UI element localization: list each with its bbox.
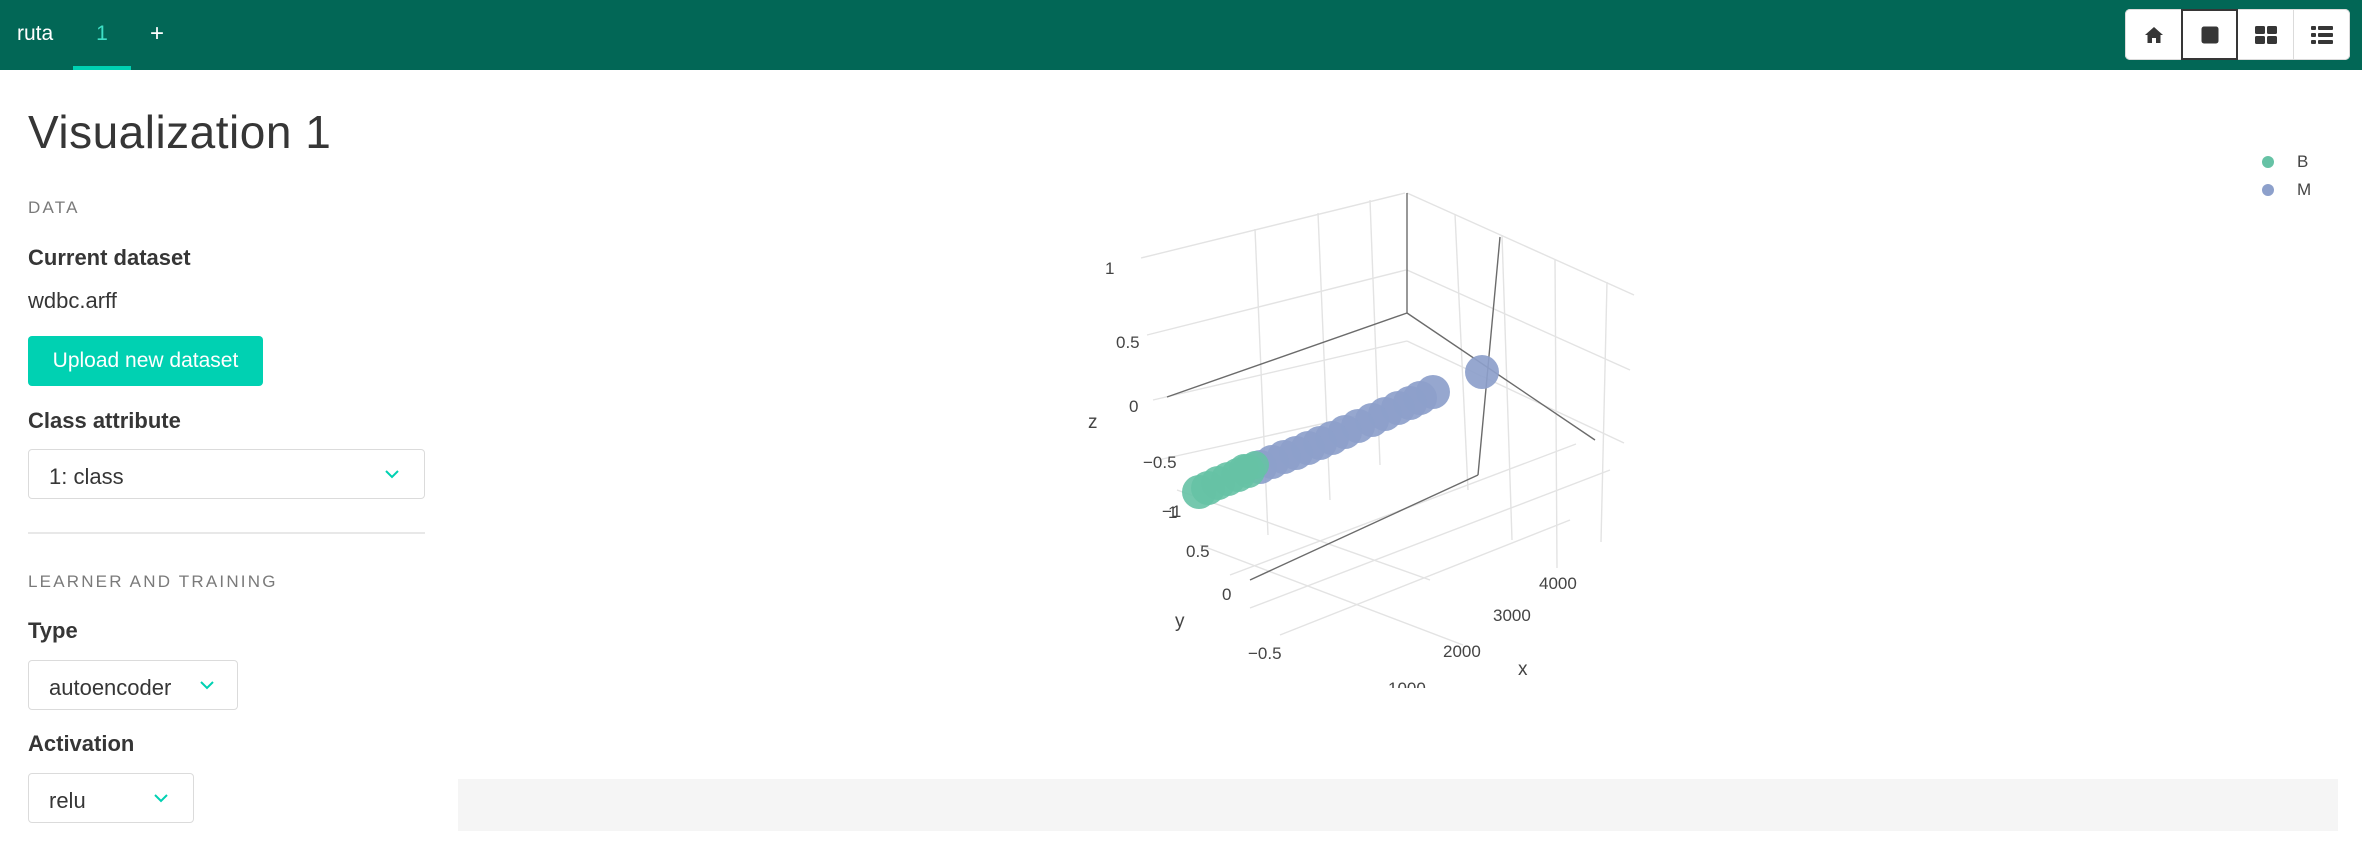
add-tab-button[interactable]: + [150,0,164,70]
class-attribute-select[interactable]: 1: class [28,449,425,499]
plot-axes [1166,193,1596,581]
single-view-button[interactable] [2181,9,2238,60]
list-view-button[interactable] [2293,9,2350,60]
plot-legend: B M [2252,150,2332,206]
type-select[interactable]: autoencoder [28,660,238,710]
data-point [1465,355,1499,389]
series-B-points [1182,451,1269,509]
z-tick-label: 0.5 [1116,333,1140,352]
legend-marker-icon [2262,156,2274,168]
data-point [1241,451,1269,479]
x-tick-labels: 4000 3000 2000 [1443,574,1577,661]
current-dataset-value: wdbc.arff [28,288,117,313]
z-axis-title: z [1088,412,1098,433]
x-tick-label: 3000 [1493,606,1531,625]
series-M-points [1243,355,1499,484]
list-view-icon [2310,25,2333,44]
y-tick-label: −0.5 [1248,644,1282,663]
learner-section-heading: LEARNER AND TRAINING [28,572,278,591]
activation-label: Activation [28,731,135,756]
legend-label: M [2297,180,2312,199]
class-attribute-selected: 1: class [49,464,124,489]
x-tick-label: 1000 [1388,679,1426,690]
activation-selected: relu [49,788,86,813]
tab-visualization-1[interactable]: 1 [73,0,131,70]
chevron-down-icon [154,794,168,803]
y-axis-title: y [1175,611,1185,632]
scatter-3d-plot[interactable]: 1 0.5 0 −0.5 −1 1 0.5 0 −0.5 4000 3000 2… [1050,160,1770,690]
grid-view-icon [2254,25,2277,44]
data-section-heading: DATA [28,198,80,217]
z-tick-labels: 1 0.5 0 −0.5 −1 [1105,259,1181,521]
legend-label: B [2297,152,2309,171]
legend-marker-icon [2262,184,2274,196]
x-tick-label: 4000 [1539,574,1577,593]
y-tick-label: 0 [1222,585,1231,604]
upload-dataset-button[interactable]: Upload new dataset [28,336,263,386]
plot-canvas[interactable]: 1 0.5 0 −0.5 −1 1 0.5 0 −0.5 4000 3000 2… [1050,160,1770,690]
y-tick-labels: 1 0.5 0 −0.5 [1168,503,1282,663]
activation-select[interactable]: relu [28,773,194,823]
data-point [1182,475,1216,509]
bottom-panel [458,779,2338,831]
section-divider [28,532,425,534]
home-button[interactable] [2125,9,2182,60]
x-tick-label: 2000 [1443,642,1481,661]
current-dataset-label: Current dataset [28,245,191,270]
legend-item-M[interactable]: M [2252,178,2332,206]
view-mode-buttons [2125,9,2350,60]
x-axis-title: x [1518,659,1528,680]
z-tick-label: −0.5 [1143,453,1177,472]
single-view-icon [2201,26,2218,43]
grid-view-button[interactable] [2237,9,2294,60]
chevron-down-icon [385,470,399,479]
class-attribute-label: Class attribute [28,408,181,433]
top-navbar: ruta 1 + [0,0,2362,70]
z-tick-label: 0 [1129,397,1138,416]
tab-ruta[interactable]: ruta [17,0,53,70]
z-tick-label: 1 [1105,259,1114,278]
y-tick-label: 0.5 [1186,542,1210,561]
legend-item-B[interactable]: B [2252,150,2332,178]
type-selected: autoencoder [49,675,172,700]
type-label: Type [28,618,78,643]
page-title: Visualization 1 [28,106,332,158]
home-icon [2144,26,2163,43]
chevron-down-icon [200,681,214,690]
y-tick-label: 1 [1168,503,1177,522]
